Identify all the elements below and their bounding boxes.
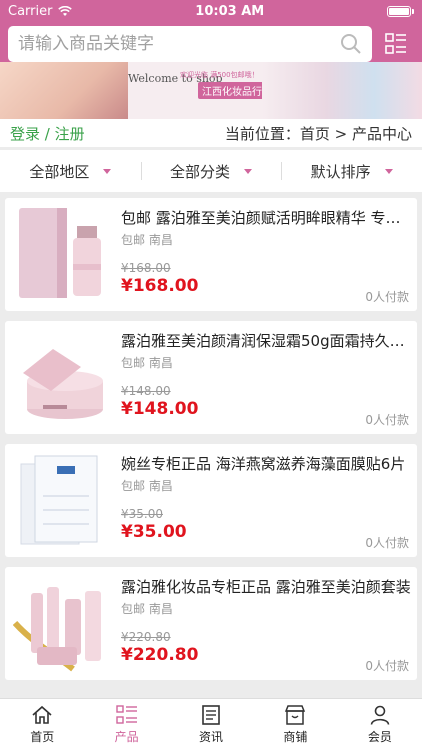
search-row — [8, 26, 414, 62]
product-name: 包邮 露泊雅至美泊颜赋活明眸眼精华 专柜正品 — [121, 209, 411, 227]
filter-sort[interactable]: 默认排序 — [281, 150, 422, 192]
category-menu-button[interactable] — [378, 26, 414, 62]
caret-down-icon — [103, 168, 112, 174]
original-price: ¥35.00 — [121, 507, 163, 521]
breadcrumb: 当前位置：首页 > 产品中心 — [224, 124, 412, 143]
paid-count: 0人付款 — [365, 659, 409, 673]
news-icon — [202, 704, 220, 725]
user-icon — [370, 705, 390, 725]
product-name: 露泊雅化妆品专柜正品 露泊雅至美泊颜套装 — [121, 578, 411, 596]
promo-banner[interactable]: Welcome to shop 欢迎光临 满500包邮哦！ 江西化妆品行业 — [0, 62, 422, 119]
product-card[interactable]: 露泊雅至美泊颜清润保湿霜50g面霜持久补水 包邮 南昌 ¥148.00 ¥148… — [5, 321, 417, 434]
clock: 10:03 AM — [195, 3, 265, 19]
product-name: 婉丝专柜正品 海洋燕窝滋养海藻面膜贴6片 — [121, 455, 406, 473]
sale-price: ¥220.80 — [121, 645, 199, 665]
product-card[interactable]: 包邮 露泊雅至美泊颜赋活明眸眼精华 专柜正品 包邮 南昌 ¥168.00 ¥16… — [5, 198, 417, 311]
filter-bar: 全部地区 全部分类 默认排序 — [0, 150, 422, 192]
product-image — [19, 208, 101, 298]
breadcrumb-bar: 登录 / 注册 当前位置：首页 > 产品中心 — [0, 119, 422, 147]
search-input[interactable] — [18, 34, 340, 54]
product-image — [13, 587, 101, 672]
filter-category[interactable]: 全部分类 — [140, 150, 282, 192]
tab-news[interactable]: 资讯 — [169, 699, 253, 750]
sale-price: ¥168.00 — [121, 276, 199, 296]
product-image — [20, 455, 98, 545]
home-icon — [32, 705, 52, 724]
product-meta: 包邮 南昌 — [121, 356, 173, 370]
tab-home[interactable]: 首页 — [0, 699, 84, 750]
sale-price: ¥35.00 — [121, 522, 187, 542]
product-meta: 包邮 南昌 — [121, 233, 173, 247]
caret-down-icon — [384, 168, 393, 174]
search-box[interactable] — [8, 26, 372, 62]
paid-count: 0人付款 — [365, 290, 409, 304]
banner-products-image — [262, 62, 422, 119]
product-meta: 包邮 南昌 — [121, 479, 173, 493]
tab-member[interactable]: 会员 — [338, 699, 422, 750]
product-meta: 包邮 南昌 — [121, 602, 173, 616]
banner-illustration — [0, 62, 128, 119]
paid-count: 0人付款 — [365, 413, 409, 427]
original-price: ¥168.00 — [121, 261, 171, 275]
carrier-label: Carrier — [8, 3, 53, 19]
product-list: 包邮 露泊雅至美泊颜赋活明眸眼精华 专柜正品 包邮 南昌 ¥168.00 ¥16… — [5, 198, 417, 690]
bottom-tab-bar: 首页 产品 资讯 商铺 会员 — [0, 698, 422, 750]
caret-down-icon — [244, 168, 253, 174]
product-card[interactable]: 婉丝专柜正品 海洋燕窝滋养海藻面膜贴6片 包邮 南昌 ¥35.00 ¥35.00… — [5, 444, 417, 557]
filter-region[interactable]: 全部地区 — [0, 150, 141, 192]
tab-products[interactable]: 产品 — [84, 699, 168, 750]
product-image — [23, 349, 103, 419]
status-bar: Carrier 10:03 AM — [0, 0, 422, 22]
banner-slogan: 欢迎光临 满500包邮哦！ — [180, 71, 259, 79]
login-register-link[interactable]: 登录 / 注册 — [10, 123, 85, 144]
product-list-icon — [115, 704, 137, 724]
sale-price: ¥148.00 — [121, 399, 199, 419]
product-card[interactable]: 露泊雅化妆品专柜正品 露泊雅至美泊颜套装 包邮 南昌 ¥220.80 ¥220.… — [5, 567, 417, 680]
wifi-icon — [58, 5, 73, 16]
original-price: ¥148.00 — [121, 384, 171, 398]
tab-shops[interactable]: 商铺 — [253, 699, 337, 750]
search-icon[interactable] — [340, 33, 362, 55]
paid-count: 0人付款 — [365, 536, 409, 550]
battery-icon — [387, 5, 414, 17]
store-icon — [285, 704, 306, 725]
product-name: 露泊雅至美泊颜清润保湿霜50g面霜持久补水 — [121, 332, 411, 350]
original-price: ¥220.80 — [121, 630, 171, 644]
grid-menu-icon — [385, 33, 406, 54]
